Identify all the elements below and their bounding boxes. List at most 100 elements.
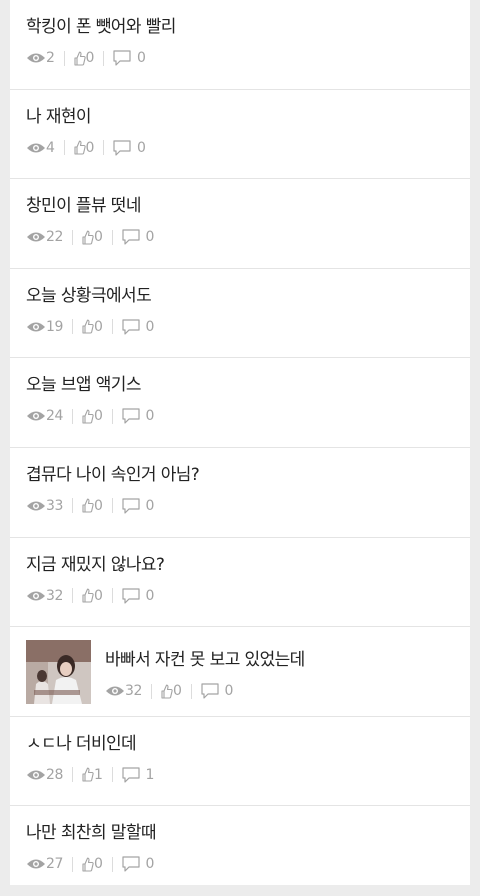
post-title[interactable]: 바빠서 자컨 못 보고 있었는데 [105,645,305,670]
comment-count[interactable]: 0 [121,319,154,335]
like-count[interactable]: 0 [82,408,103,424]
post-item[interactable]: 오늘 브앱 액기스 24 0 0 [10,358,470,448]
divider [72,319,74,335]
post-title[interactable]: 오늘 상황극에서도 [26,281,152,306]
post-item[interactable]: 오늘 상황극에서도 19 0 0 [10,269,470,359]
comment-count[interactable]: 0 [121,229,155,246]
divider [72,588,74,604]
like-count[interactable]: 0 [82,588,103,604]
eye-icon [27,143,45,153]
post-meta: 24 0 0 [26,406,154,426]
like-count[interactable]: 1 [82,767,103,783]
view-count-value: 19 [46,318,64,335]
comment-count[interactable]: 1 [121,766,155,783]
divider [111,588,113,604]
view-count: 28 [26,767,63,783]
post-title[interactable]: 오늘 브앱 액기스 [26,370,141,395]
post-item[interactable]: 지금 재밌지 않나요? 32 0 0 [10,538,470,628]
post-title[interactable]: 나만 최찬희 말할때 [26,818,157,843]
comment-count-value: 0 [145,856,155,873]
comment-count[interactable]: 0 [113,50,146,66]
divider [190,683,192,699]
like-count-value: 1 [94,766,103,783]
comment-count[interactable]: 0 [121,498,154,514]
view-count: 2 [26,50,55,66]
post-title[interactable]: 나 재현이 [26,102,92,127]
post-item[interactable]: 바빠서 자컨 못 보고 있었는데 32 0 0 [10,627,470,717]
like-count-value: 0 [94,497,103,514]
post-title[interactable]: 겹뮤다 나이 속인거 아님? [26,460,200,485]
comment-icon [121,767,140,783]
thumbs-up-icon [82,319,94,334]
view-count-value: 4 [46,139,55,156]
view-count-value: 33 [46,497,64,514]
comment-count-value: 0 [137,50,146,66]
like-count[interactable]: 0 [82,498,103,514]
post-item[interactable]: 창민이 플뷰 떳네 22 0 0 [10,179,470,269]
like-count[interactable]: 0 [73,140,94,156]
eye-icon [106,686,124,696]
divider [111,408,113,424]
eye-icon [27,591,45,601]
comment-count-value: 0 [137,139,146,156]
post-item[interactable]: 나만 최찬희 말할때 27 0 0 [10,806,470,896]
divider [72,498,74,514]
divider [63,50,65,66]
comment-icon [121,587,140,604]
eye-icon [27,322,45,332]
post-meta: 32 0 0 [26,586,154,606]
comment-count[interactable]: 0 [121,408,154,424]
like-count-value: 0 [173,683,182,700]
like-count-value: 0 [94,318,103,335]
post-item[interactable]: 나 재현이 4 0 0 [10,90,470,180]
like-count[interactable]: 0 [82,319,103,335]
like-count[interactable]: 0 [161,683,182,699]
divider [63,140,65,156]
like-count[interactable]: 0 [82,856,103,872]
view-count: 32 [105,683,142,699]
thumbs-up-icon [161,684,173,699]
like-count-value: 0 [94,408,103,425]
divider [103,140,105,156]
like-count-value: 0 [94,587,103,604]
view-count-value: 28 [46,766,64,783]
comment-count-value: 0 [224,683,234,700]
thumbs-up-icon [82,499,94,514]
post-item[interactable]: ㅅㄷ나 더비인데 28 1 1 [10,717,470,807]
divider [72,856,74,872]
like-count-value: 0 [85,50,95,66]
post-thumbnail[interactable] [26,640,91,705]
post-meta: 27 0 0 [26,854,154,874]
eye-icon [27,859,45,869]
like-count[interactable]: 0 [73,50,95,66]
like-count[interactable]: 0 [82,229,103,245]
post-title[interactable]: 창민이 플뷰 떳네 [26,191,141,216]
post-title[interactable]: ㅅㄷ나 더비인데 [26,729,137,754]
comment-count-value: 0 [145,229,155,246]
post-item[interactable]: 학킹이 폰 뺏어와 빨리 2 0 0 [10,0,470,90]
like-count-value: 0 [94,856,103,873]
eye-icon [27,501,45,511]
comment-count[interactable]: 0 [113,140,146,156]
comment-icon [121,856,140,872]
view-count-value: 24 [46,408,64,425]
post-item[interactable]: 겹뮤다 나이 속인거 아님? 33 0 0 [10,448,470,538]
view-count-value: 32 [46,587,64,604]
post-meta: 2 0 0 [26,48,146,68]
post-meta: 32 0 0 [105,681,233,701]
view-count: 19 [26,319,63,335]
thumbnail-image [26,640,91,705]
divider [72,408,74,424]
post-meta: 28 1 1 [26,765,154,785]
comment-count[interactable]: 0 [121,856,155,873]
thumbs-up-icon [82,230,94,245]
post-title[interactable]: 학킹이 폰 뺏어와 빨리 [26,12,176,37]
comment-count-value: 1 [145,766,155,783]
comment-count[interactable]: 0 [200,683,234,700]
eye-icon [27,53,45,63]
post-meta: 33 0 0 [26,496,154,516]
comment-count[interactable]: 0 [121,587,154,604]
view-count: 4 [26,140,55,156]
post-meta: 4 0 0 [26,138,146,158]
post-title[interactable]: 지금 재밌지 않나요? [26,550,165,575]
